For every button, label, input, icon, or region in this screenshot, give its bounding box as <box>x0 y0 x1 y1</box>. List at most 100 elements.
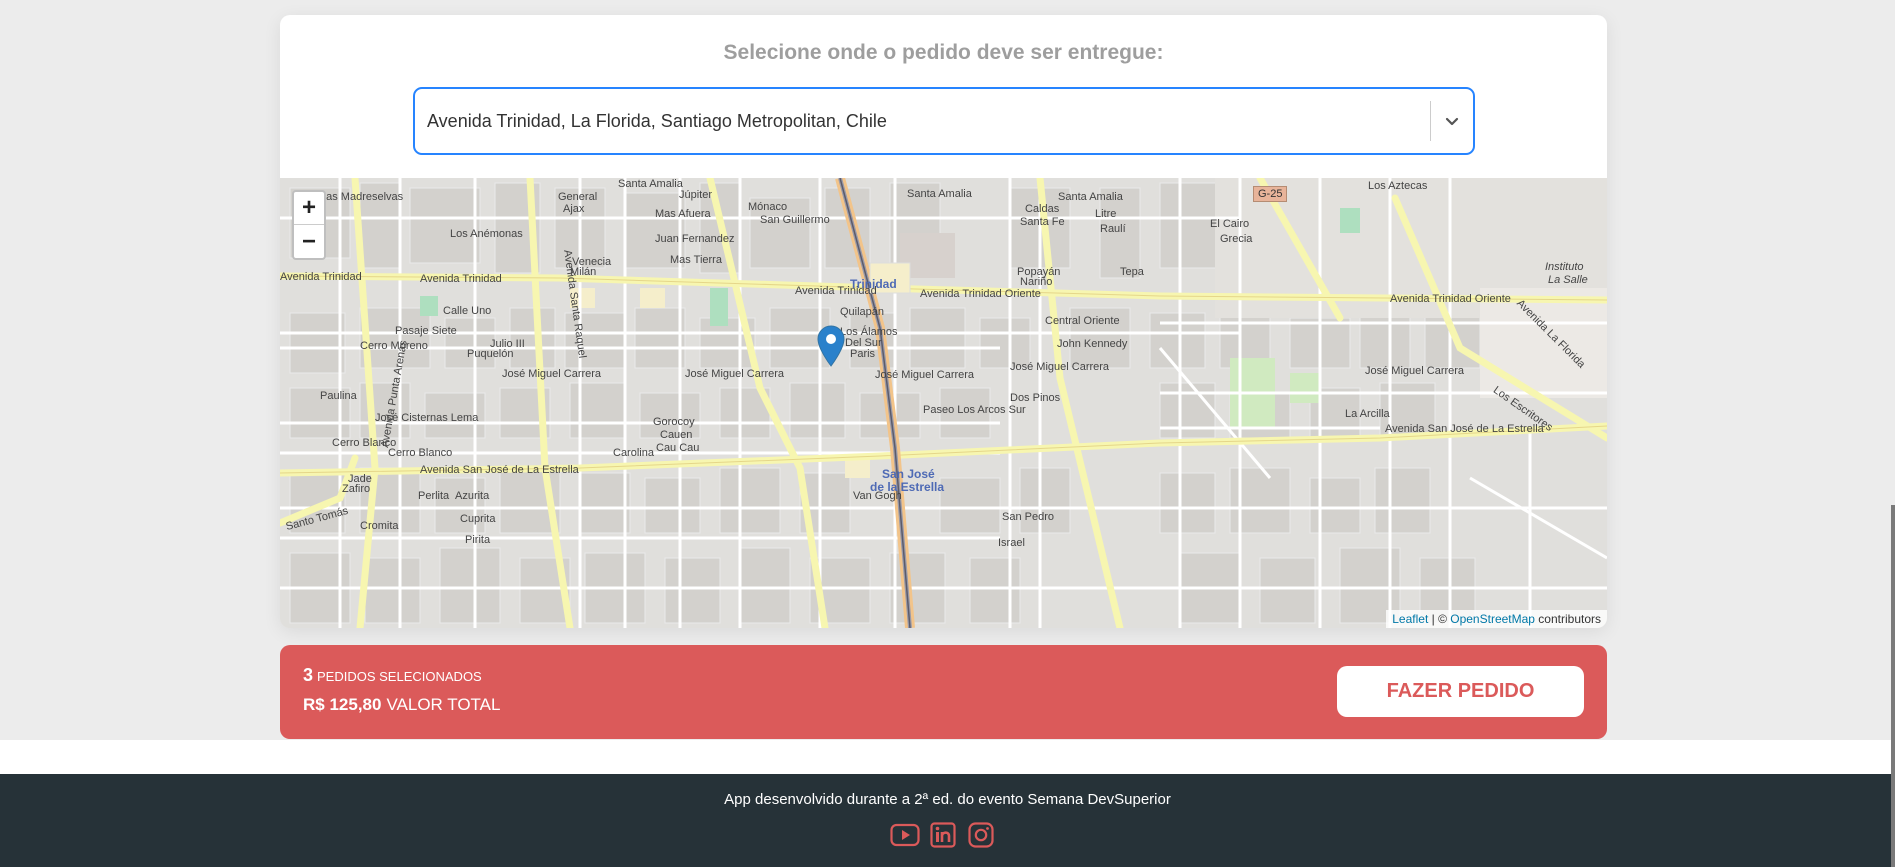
map-label: Cerro Blanco <box>332 437 397 449</box>
map-label: Avenida San José de La Estrella <box>1385 423 1544 435</box>
map-label: Perlita <box>418 490 450 502</box>
address-value[interactable]: Avenida Trinidad, La Florida, Santiago M… <box>415 111 1430 132</box>
osm-link[interactable]: OpenStreetMap <box>1450 612 1535 626</box>
map-label: Cerro Blanco <box>388 447 453 459</box>
attribution-suffix: contributors <box>1534 612 1601 626</box>
map-label: Avenida San José de La Estrella <box>420 464 579 476</box>
order-count-number: 3 <box>303 665 314 685</box>
map-label: Cau Cau <box>656 442 700 454</box>
order-total-label: VALOR TOTAL <box>386 695 501 714</box>
map-label: Pasaje Siete <box>395 325 457 337</box>
youtube-icon[interactable] <box>890 820 920 850</box>
map-label: Los Anémonas <box>450 228 523 240</box>
location-card: Selecione onde o pedido deve ser entregu… <box>280 15 1607 628</box>
map-label: John Kennedy <box>1057 338 1128 350</box>
map-label: José Miguel Carrera <box>502 368 602 380</box>
map-label: Gorocoy <box>653 416 695 428</box>
map-label: Raulí <box>1100 223 1126 235</box>
map-label: La Salle <box>1548 274 1588 286</box>
leaflet-link[interactable]: Leaflet <box>1392 612 1428 626</box>
route-badge: G-25 <box>1253 186 1288 202</box>
map-label: Cauen <box>660 429 693 441</box>
map-label: Calle Uno <box>443 305 492 317</box>
map-label: Santo Tomás <box>284 504 350 534</box>
map-label: Milán <box>570 266 597 278</box>
scrollbar[interactable] <box>1891 505 1895 867</box>
map-label: Litre <box>1095 208 1117 220</box>
map-label: Van Gogh <box>853 490 902 502</box>
map-label: Julio III <box>490 338 525 350</box>
map-label: Tepa <box>1120 266 1144 278</box>
map-label: Santa Amalia <box>907 188 972 200</box>
map-label: Dos Pinos <box>1010 392 1061 404</box>
map-label: Avenida Trinidad Oriente <box>1390 293 1511 305</box>
map-label: Avenida Trinidad Oriente <box>920 288 1041 300</box>
map-marker-icon[interactable] <box>817 325 845 367</box>
map-label: Azurita <box>455 490 490 502</box>
order-total-value: R$ 125,80 <box>303 695 382 714</box>
map-attribution: Leaflet | © OpenStreetMap contributors <box>1386 610 1607 628</box>
map-label: Carolina <box>613 447 654 459</box>
address-select[interactable]: Avenida Trinidad, La Florida, Santiago M… <box>413 87 1475 155</box>
map-label: Santa Fe <box>1020 216 1065 228</box>
map-label: Júpiter <box>679 189 713 201</box>
map-label: Quilapán <box>840 306 885 318</box>
map-label: Ajax <box>563 203 585 215</box>
map-label: Cuprita <box>460 513 496 525</box>
map-label: Cromita <box>360 520 399 532</box>
linkedin-icon[interactable] <box>928 820 958 850</box>
attribution-separator: | © <box>1428 612 1451 626</box>
order-count-label: PEDIDOS SELECIONADOS <box>317 669 482 684</box>
map-label: Caldas <box>1025 203 1060 215</box>
map-label: Israel <box>998 537 1025 549</box>
map-label: Mas Afuera <box>655 208 711 220</box>
map-label: Avenida Trinidad <box>420 273 502 285</box>
map-label: El Cairo <box>1210 218 1250 230</box>
map-label: José Miguel Carrera <box>685 368 785 380</box>
map-label: José Cisternas Lema <box>375 412 479 424</box>
page-spacer <box>0 740 1895 774</box>
zoom-in-button[interactable]: + <box>294 192 324 225</box>
footer-text: App desenvolvido durante a 2ª ed. do eve… <box>724 791 1171 808</box>
map-label: Trinidad <box>850 277 897 291</box>
map-label: La Arcilla <box>1345 408 1390 420</box>
map-label: Avenida Trinidad <box>280 271 362 283</box>
map-label: Pirita <box>465 534 491 546</box>
map-label: San Guillermo <box>760 214 830 226</box>
footer: App desenvolvido durante a 2ª ed. do eve… <box>0 774 1895 867</box>
order-total: R$ 125,80 VALOR TOTAL <box>303 695 500 715</box>
order-summary-bar: 3 PEDIDOS SELECIONADOS R$ 125,80 VALOR TOT… <box>280 645 1607 739</box>
zoom-control: + − <box>292 190 326 260</box>
map-label: Mónaco <box>748 201 788 213</box>
map-label: José Miguel Carrera <box>875 369 975 381</box>
map-label: Instituto <box>1545 261 1584 273</box>
zoom-out-button[interactable]: − <box>294 225 324 258</box>
map-label: San Pedro <box>1002 511 1054 523</box>
map-label: Avenida La Florida <box>1514 297 1588 371</box>
map-label: Paseo Los Arcos Sur <box>923 404 1026 416</box>
map-label: Avenida Punta Arenas <box>378 339 410 449</box>
place-order-button[interactable]: FAZER PEDIDO <box>1337 666 1584 717</box>
map-label: Santa Amalia <box>1058 191 1123 203</box>
order-count: 3 PEDIDOS SELECIONADOS <box>303 665 482 686</box>
map-label: General <box>558 191 598 203</box>
map-label: José Miguel Carrera <box>1365 365 1465 377</box>
map-label: Las Madreselvas <box>320 191 404 203</box>
chevron-down-icon[interactable] <box>1431 89 1473 153</box>
map-label: Mas Tierra <box>670 254 722 266</box>
delivery-map[interactable]: Avenida Trinidad Avenida Trinidad Avenid… <box>280 178 1607 628</box>
map-label: San José <box>882 467 935 481</box>
map-label: José Miguel Carrera <box>1010 361 1110 373</box>
instagram-icon[interactable] <box>966 820 996 850</box>
map-label: Paris <box>850 348 876 360</box>
map-label: Zafiro <box>342 483 371 495</box>
map-label: Santa Amalia <box>618 178 683 190</box>
social-links <box>890 820 996 850</box>
map-label: Nariño <box>1020 276 1053 288</box>
map-label: Cerro Moreno <box>360 340 428 352</box>
map-label: Grecia <box>1220 233 1253 245</box>
map-label: Central Oriente <box>1045 315 1120 327</box>
map-label: Los Aztecas <box>1368 180 1428 192</box>
map-label: Juan Fernandez <box>655 233 735 245</box>
map-label: Paulina <box>320 390 357 402</box>
